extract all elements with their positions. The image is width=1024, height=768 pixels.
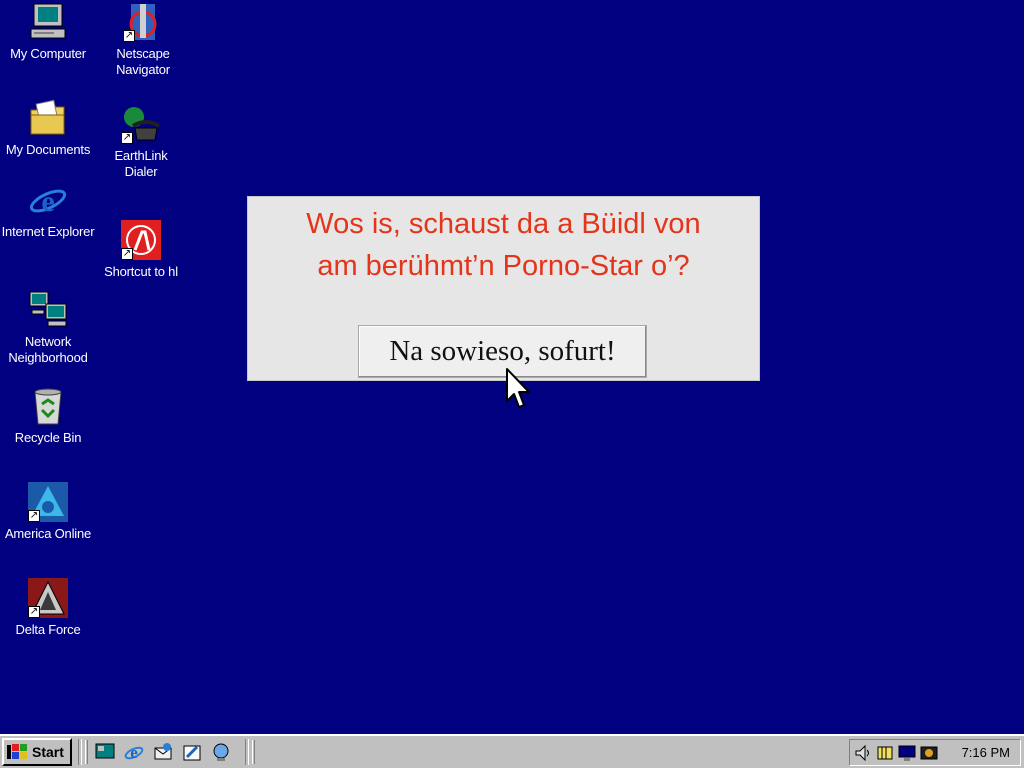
taskbar-separator: [245, 739, 249, 765]
desktop-icon-label: Recycle Bin: [14, 430, 82, 445]
desktop-icon-label: Netscape Navigator: [116, 46, 170, 77]
start-button[interactable]: Start: [2, 738, 72, 766]
clock[interactable]: 7:16 PM: [962, 745, 1010, 760]
computer-icon: [28, 2, 68, 42]
svg-text:e: e: [41, 185, 54, 218]
recycle-bin-icon: [28, 386, 68, 426]
desktop-icon-america-online[interactable]: ↗ America Online: [0, 482, 96, 542]
delta-force-icon: ↗: [28, 578, 68, 618]
desktop-icon-my-documents[interactable]: My Documents: [0, 98, 96, 158]
desktop-icon-label: Shortcut to hl: [104, 264, 178, 279]
dialog-message-line: am berühmt’n Porno-Star o’?: [317, 250, 690, 282]
half-life-icon: ↗: [121, 220, 161, 260]
internet-explorer-icon: e: [28, 180, 68, 220]
shortcut-arrow-icon: ↗: [28, 510, 40, 522]
taskbar-separator: [78, 739, 82, 765]
desktop-icon-label: Internet Explorer: [1, 224, 95, 239]
america-online-icon: ↗: [28, 482, 68, 522]
web-publish-icon[interactable]: [210, 741, 232, 763]
shortcut-arrow-icon: ↗: [121, 132, 133, 144]
desktop-icon-label: My Computer: [10, 46, 86, 61]
desktop-icon-recycle-bin[interactable]: Recycle Bin: [0, 386, 96, 446]
netscape-navigator-icon: ↗: [123, 2, 163, 42]
desktop-icon-shortcut-to-hl[interactable]: ↗ Shortcut to hl: [93, 220, 189, 280]
dialog-message: Wos is, schaust da a Büidl von am berühm…: [248, 203, 759, 287]
scheduler-icon[interactable]: [920, 744, 938, 762]
svg-text:e: e: [130, 743, 138, 762]
dialog-message-line: Wos is, schaust da a Büidl von: [306, 208, 701, 240]
quick-launch-grip[interactable]: [85, 740, 88, 764]
folder-documents-icon: [28, 98, 68, 138]
start-label: Start: [32, 744, 64, 760]
shortcut-arrow-icon: ↗: [121, 248, 133, 260]
task-area-grip[interactable]: [252, 740, 255, 764]
desktop-icon-label: Network Neighborhood: [8, 334, 88, 365]
mouse-pointer-icon: [505, 367, 533, 413]
desktop-icon-label: America Online: [4, 526, 92, 541]
internet-explorer-icon[interactable]: e: [123, 741, 145, 763]
prank-dialog: Wos is, schaust da a Büidl von am berühm…: [247, 196, 760, 381]
desktop-icon-label: Delta Force: [15, 622, 81, 637]
network-neighborhood-icon: [28, 290, 68, 330]
desktop-icon[interactable]: [94, 741, 116, 763]
desktop-icon-network-neighborhood[interactable]: Network Neighborhood: [0, 290, 96, 366]
system-tray: 7:16 PM: [849, 739, 1021, 766]
quick-launch-toolbar: e: [94, 741, 239, 763]
desktop-icon-internet-explorer[interactable]: e Internet Explorer: [0, 180, 96, 240]
channels-icon[interactable]: [181, 741, 203, 763]
monitor-icon[interactable]: [898, 744, 916, 762]
shortcut-arrow-icon: ↗: [123, 30, 135, 42]
desktop-icon-netscape-navigator[interactable]: ↗ Netscape Navigator: [95, 2, 191, 78]
confirm-button[interactable]: Na sowieso, sofurt!: [358, 325, 647, 378]
shortcut-arrow-icon: ↗: [28, 606, 40, 618]
outlook-express-icon[interactable]: [152, 741, 174, 763]
desktop-icon-label: EarthLink Dialer: [114, 148, 168, 179]
taskbar: Start e 7:16 PM: [0, 734, 1024, 768]
earthlink-dialer-icon: ↗: [121, 104, 161, 144]
desktop-icon-delta-force[interactable]: ↗ Delta Force: [0, 578, 96, 638]
speaker-icon[interactable]: [854, 744, 872, 762]
windows-logo-icon: [7, 743, 29, 761]
battery-icon[interactable]: [876, 744, 894, 762]
desktop-icon-my-computer[interactable]: My Computer: [0, 2, 96, 62]
desktop-icon-earthlink-dialer[interactable]: ↗ EarthLink Dialer: [93, 104, 189, 180]
desktop-icon-label: My Documents: [5, 142, 91, 157]
